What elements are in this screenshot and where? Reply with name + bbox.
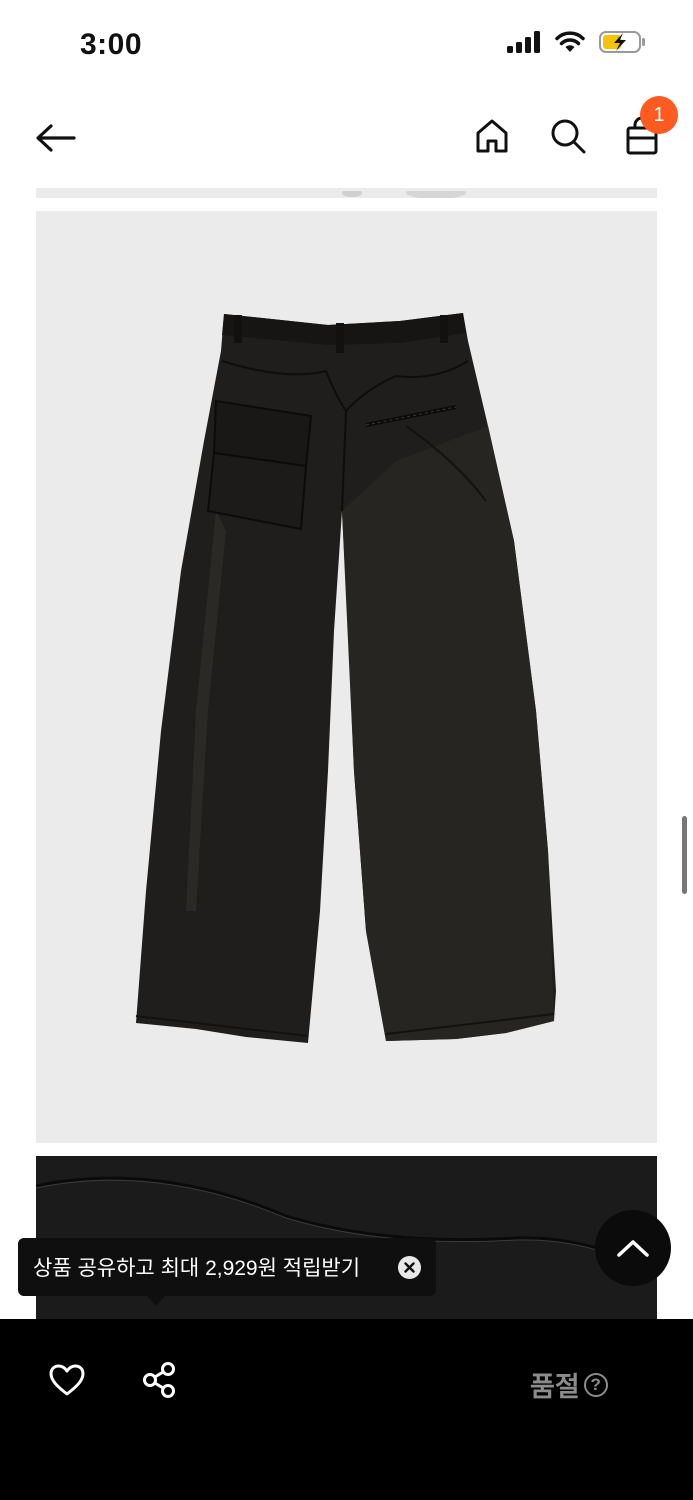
scrollbar-thumb[interactable] — [682, 816, 687, 894]
close-icon — [404, 1262, 415, 1273]
search-icon — [551, 119, 586, 154]
home-icon — [476, 119, 508, 153]
status-bar: 3:00 — [0, 0, 693, 92]
pants-illustration — [135, 313, 556, 1043]
top-nav-header — [0, 92, 693, 188]
share-icon — [143, 1362, 175, 1398]
battery-charging-icon — [599, 31, 645, 53]
signal-icon — [507, 31, 540, 53]
tooltip-arrow — [146, 1295, 166, 1306]
heart-icon — [49, 1364, 85, 1396]
share-button[interactable] — [138, 1359, 180, 1401]
tooltip-text: 상품 공유하고 최대 2,929원 적립받기 — [33, 1257, 361, 1280]
arrow-left-icon — [36, 124, 76, 152]
like-button[interactable] — [46, 1359, 88, 1401]
help-icon[interactable]: ? — [583, 1372, 608, 1397]
soldout-status: 품절 ? — [530, 1365, 608, 1404]
bottom-action-bar: 품절 ? — [0, 1319, 693, 1500]
product-image-back-view — [36, 211, 657, 1143]
tooltip-close-button[interactable] — [398, 1256, 421, 1279]
product-image-previous — [36, 188, 657, 198]
back-button[interactable] — [30, 112, 82, 164]
status-icons — [507, 30, 647, 54]
status-time: 3:00 — [80, 28, 143, 61]
share-reward-tooltip: 상품 공유하고 최대 2,929원 적립받기 — [18, 1238, 436, 1296]
soldout-label: 품절 — [530, 1372, 580, 1402]
wifi-icon — [555, 31, 585, 52]
scroll-to-top-button[interactable] — [595, 1210, 671, 1286]
home-button[interactable] — [468, 112, 516, 160]
chevron-up-icon — [617, 1240, 649, 1257]
search-button[interactable] — [544, 112, 592, 160]
cart-count-badge: 1 — [640, 96, 678, 134]
